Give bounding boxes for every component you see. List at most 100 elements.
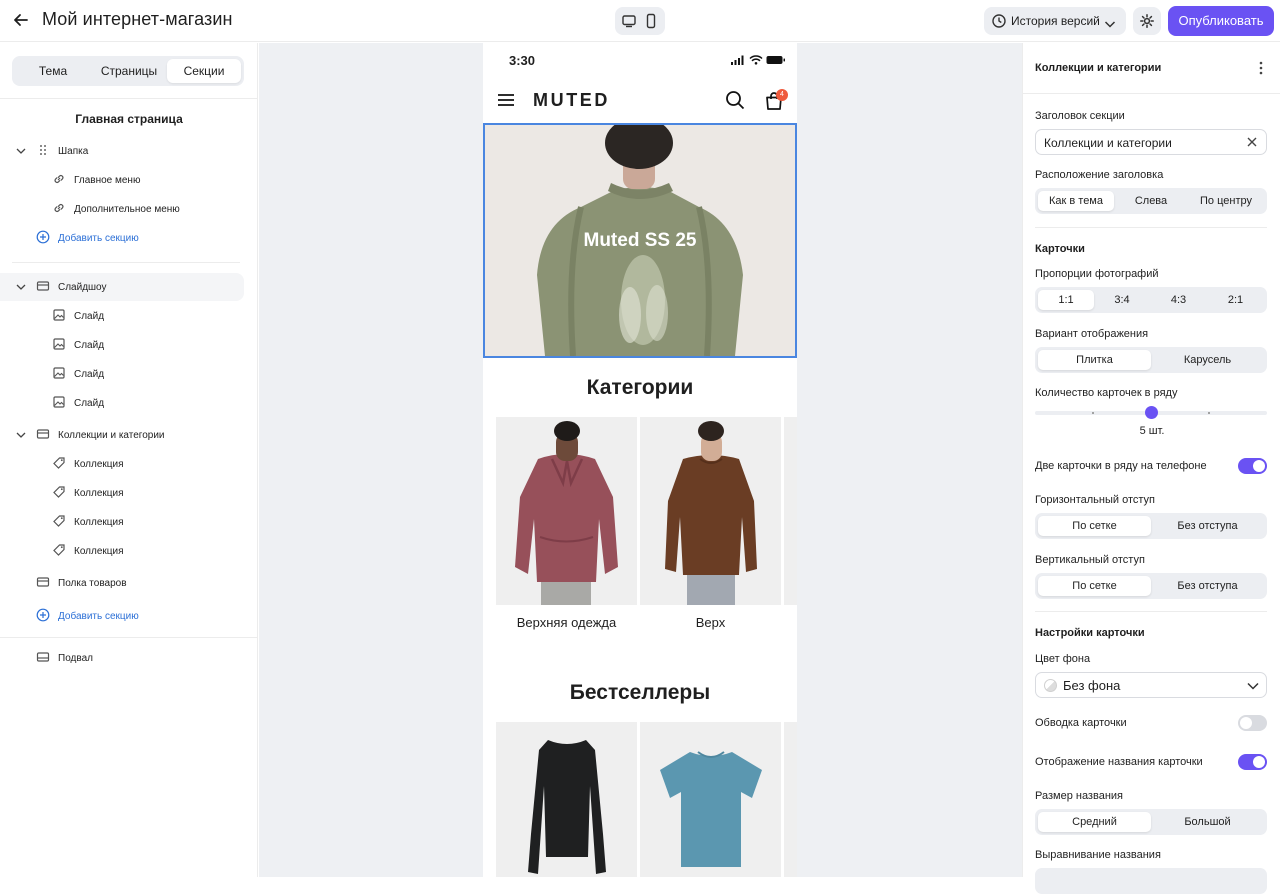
chevron-down-icon[interactable] bbox=[15, 282, 27, 292]
product-image bbox=[640, 722, 781, 877]
add-section-label: Добавить секцию bbox=[58, 233, 139, 244]
photo-ratio-option[interactable]: 1:1 bbox=[1038, 290, 1094, 310]
tree-item-footer[interactable]: Подвал bbox=[0, 644, 244, 672]
tree-item-slide[interactable]: Слайд bbox=[0, 302, 244, 330]
tag-icon bbox=[53, 515, 65, 527]
horizontal-gap-option[interactable]: Без отступа bbox=[1151, 516, 1264, 536]
add-section-button[interactable]: Добавить секцию bbox=[0, 602, 244, 630]
two-cards-phone-toggle[interactable] bbox=[1238, 458, 1267, 474]
display-variant-selector: Плитка Карусель bbox=[1035, 347, 1267, 373]
tree-item-label: Подвал bbox=[58, 653, 93, 664]
product-card[interactable] bbox=[640, 722, 781, 877]
tree-item-label: Главное меню bbox=[74, 175, 141, 186]
tab-sections[interactable]: Секции bbox=[167, 59, 241, 83]
tree-item-slideshow[interactable]: Слайдшоу bbox=[0, 273, 244, 301]
photo-ratio-option[interactable]: 2:1 bbox=[1207, 290, 1264, 310]
slider-thumb[interactable] bbox=[1144, 406, 1158, 419]
store-logo[interactable]: MUTED bbox=[533, 90, 610, 111]
tree-item-label: Слайд bbox=[74, 398, 105, 409]
category-card[interactable] bbox=[496, 417, 637, 605]
cart-count-badge: 4 bbox=[776, 89, 788, 101]
hero-slide[interactable]: Muted SS 25 bbox=[483, 123, 797, 358]
two-cards-phone-label: Две карточки в ряду на телефоне bbox=[1035, 460, 1207, 472]
category-label[interactable]: Верхняя одежда bbox=[496, 615, 637, 630]
image-icon bbox=[53, 396, 65, 408]
tree-item-header[interactable]: Шапка bbox=[0, 137, 244, 165]
product-card-partial[interactable] bbox=[784, 722, 797, 877]
category-card-partial[interactable] bbox=[784, 417, 797, 605]
section-heading-input[interactable]: Коллекции и категории bbox=[1035, 129, 1267, 155]
back-arrow-icon[interactable] bbox=[11, 10, 31, 30]
tree-item-collections[interactable]: Коллекции и категории bbox=[0, 421, 244, 449]
category-label[interactable]: Верх bbox=[640, 615, 781, 630]
tree-item-collection[interactable]: Коллекция bbox=[0, 508, 244, 536]
category-card[interactable] bbox=[640, 417, 781, 605]
display-variant-option[interactable]: Плитка bbox=[1038, 350, 1151, 370]
photo-ratio-option[interactable]: 3:4 bbox=[1094, 290, 1150, 310]
tree-item-slide[interactable]: Слайд bbox=[0, 360, 244, 388]
card-border-toggle[interactable] bbox=[1238, 715, 1267, 731]
tree-item-main-menu[interactable]: Главное меню bbox=[0, 166, 244, 194]
heading-position-option[interactable]: По центру bbox=[1188, 191, 1264, 211]
display-variant-option[interactable]: Карусель bbox=[1151, 350, 1264, 370]
heading-position-option[interactable]: Слева bbox=[1114, 191, 1188, 211]
desktop-view-icon[interactable] bbox=[619, 11, 639, 31]
tree-item-label: Полка товаров bbox=[58, 578, 127, 589]
tree-item-extra-menu[interactable]: Дополнительное меню bbox=[0, 195, 244, 223]
settings-button[interactable] bbox=[1133, 7, 1161, 35]
vertical-gap-option[interactable]: По сетке bbox=[1038, 576, 1151, 596]
publish-button[interactable]: Опубликовать bbox=[1168, 6, 1274, 36]
mobile-view-icon[interactable] bbox=[641, 11, 661, 31]
chevron-down-icon[interactable] bbox=[15, 146, 27, 156]
version-history-button[interactable]: История версий bbox=[984, 7, 1126, 35]
drag-handle-icon[interactable] bbox=[36, 143, 50, 157]
color-swatch-icon bbox=[1044, 679, 1057, 692]
horizontal-gap-option[interactable]: По сетке bbox=[1038, 516, 1151, 536]
hamburger-menu-icon[interactable] bbox=[497, 93, 515, 107]
device-switcher bbox=[615, 7, 665, 35]
tree-item-collection[interactable]: Коллекция bbox=[0, 537, 244, 565]
product-card[interactable] bbox=[496, 722, 637, 877]
chevron-down-icon bbox=[1247, 682, 1259, 690]
divider bbox=[1035, 227, 1267, 228]
tree-item-label: Коллекции и категории bbox=[58, 430, 165, 441]
photo-ratio-selector: 1:1 3:4 4:3 2:1 bbox=[1035, 287, 1267, 313]
cards-per-row-slider[interactable] bbox=[1035, 406, 1267, 419]
heading-position-option[interactable]: Как в тема bbox=[1038, 191, 1114, 211]
tree-item-label: Коллекция bbox=[74, 517, 124, 528]
name-size-option[interactable]: Большой bbox=[1151, 812, 1264, 832]
tree-item-collection[interactable]: Коллекция bbox=[0, 479, 244, 507]
tab-pages[interactable]: Страницы bbox=[91, 59, 167, 83]
card-name-display-toggle[interactable] bbox=[1238, 754, 1267, 770]
tree-item-label: Коллекция bbox=[74, 546, 124, 557]
card-name-display-label: Отображение названия карточки bbox=[1035, 756, 1203, 768]
tab-theme[interactable]: Тема bbox=[15, 59, 91, 83]
gear-icon bbox=[1140, 14, 1154, 28]
more-vertical-icon[interactable] bbox=[1256, 60, 1266, 76]
chevron-down-icon[interactable] bbox=[15, 430, 27, 440]
category-image bbox=[640, 417, 781, 605]
add-section-button[interactable]: Добавить секцию bbox=[0, 224, 244, 252]
wifi-icon bbox=[749, 55, 763, 65]
toggle-knob bbox=[1240, 717, 1252, 729]
categories-title: Категории bbox=[586, 376, 694, 399]
panel-tabs: Тема Страницы Секции bbox=[12, 56, 244, 86]
tree-item-slide[interactable]: Слайд bbox=[0, 331, 244, 359]
bg-color-label: Цвет фона bbox=[1035, 653, 1091, 665]
photo-ratio-option[interactable]: 4:3 bbox=[1150, 290, 1207, 310]
toggle-knob bbox=[1253, 756, 1265, 768]
vertical-gap-option[interactable]: Без отступа bbox=[1151, 576, 1264, 596]
image-icon bbox=[53, 367, 65, 379]
section-block-icon bbox=[36, 281, 50, 291]
name-size-option[interactable]: Средний bbox=[1038, 812, 1151, 832]
clear-icon[interactable] bbox=[1246, 136, 1258, 148]
tree-item-label: Дополнительное меню bbox=[74, 204, 180, 215]
tree-item-label: Слайд bbox=[74, 311, 105, 322]
tree-item-slide[interactable]: Слайд bbox=[0, 389, 244, 417]
battery-icon bbox=[766, 56, 785, 64]
tree-item-collection[interactable]: Коллекция bbox=[0, 450, 244, 478]
slider-tick bbox=[1208, 412, 1210, 414]
bg-color-select[interactable]: Без фона bbox=[1035, 672, 1267, 698]
search-icon[interactable] bbox=[725, 90, 745, 110]
tree-item-product-shelf[interactable]: Полка товаров bbox=[0, 569, 244, 597]
